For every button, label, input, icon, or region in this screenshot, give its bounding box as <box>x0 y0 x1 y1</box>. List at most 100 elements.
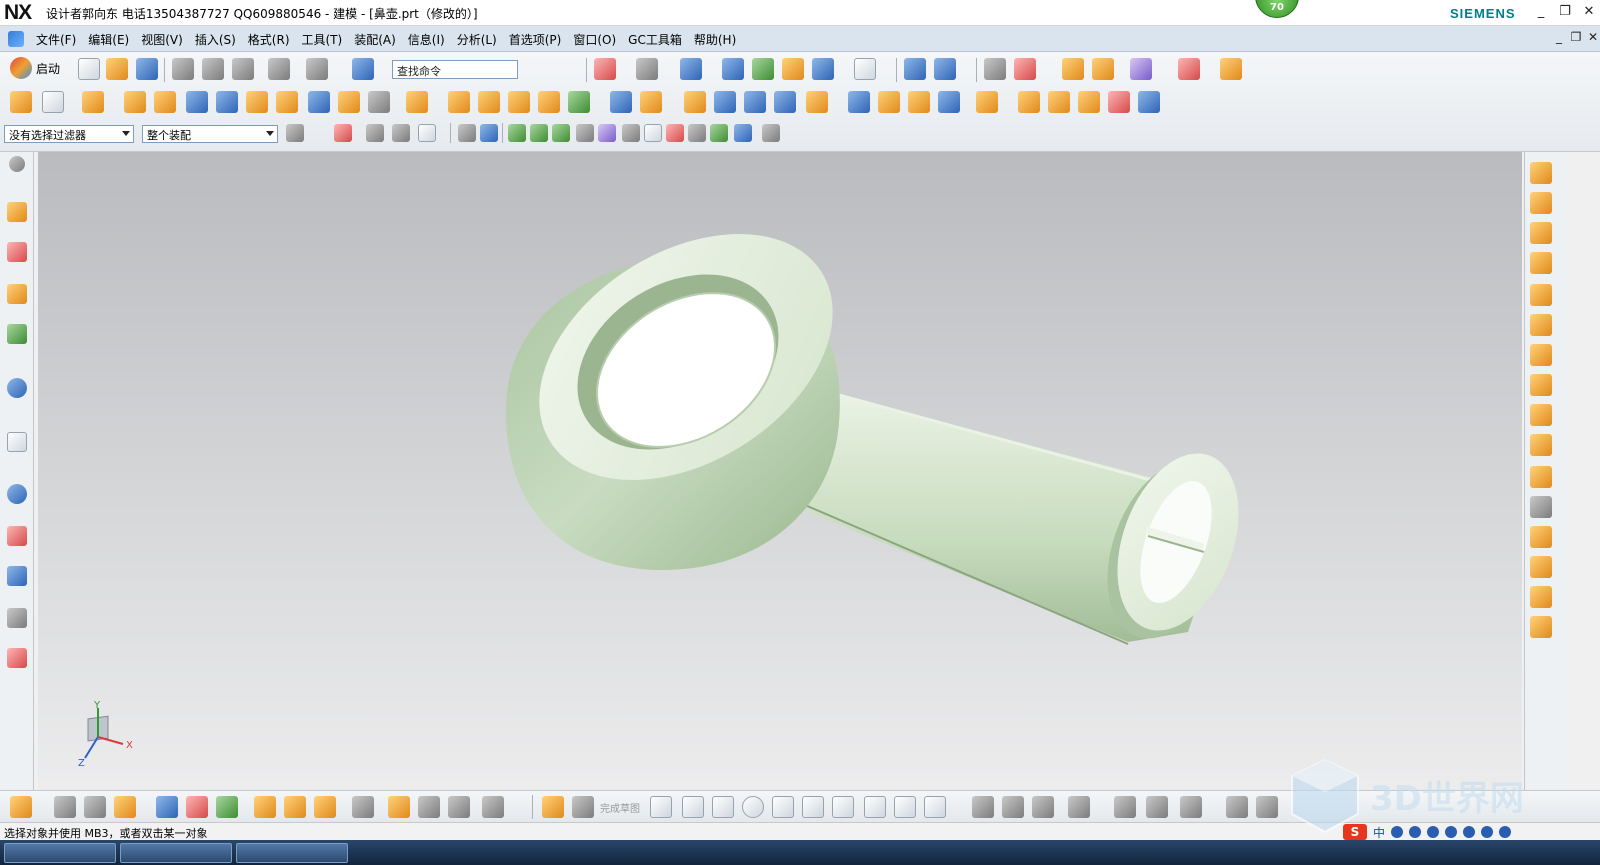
menu-analysis[interactable]: 分析(L) <box>451 31 503 48</box>
chamfer-icon[interactable] <box>610 91 632 113</box>
quick-pick-icon[interactable] <box>392 124 410 142</box>
app-menu-icon[interactable] <box>8 31 24 47</box>
view-top-icon[interactable] <box>1530 222 1552 244</box>
view-back-icon[interactable] <box>1530 192 1552 214</box>
partially-shaded-icon[interactable] <box>1530 556 1552 578</box>
finish-sketch-icon[interactable] <box>572 796 594 818</box>
rectangle-select-icon[interactable] <box>418 124 436 142</box>
gear-icon[interactable] <box>9 156 25 172</box>
snap-icon[interactable] <box>1130 58 1152 80</box>
exploded-view-icon[interactable] <box>314 796 336 818</box>
trim-body-icon[interactable] <box>714 91 736 113</box>
select-all-icon[interactable] <box>334 124 352 142</box>
mirror-curve-icon[interactable] <box>1256 796 1278 818</box>
extrude-icon[interactable] <box>82 91 104 113</box>
view-trimetric-icon[interactable] <box>1530 374 1552 396</box>
manufacturing-wizard-icon[interactable] <box>7 608 27 628</box>
save-icon[interactable] <box>136 58 158 80</box>
cut-icon[interactable] <box>172 58 194 80</box>
boss-icon[interactable] <box>246 91 268 113</box>
move-face-icon[interactable] <box>1018 91 1040 113</box>
menu-gc-toolkit[interactable]: GC工具箱 <box>622 31 688 48</box>
menu-tools[interactable]: 工具(T) <box>296 31 349 48</box>
doc-close-button[interactable]: ✕ <box>1586 30 1600 44</box>
assembly-sequence-icon[interactable] <box>352 796 374 818</box>
paste-icon[interactable] <box>232 58 254 80</box>
mirror-assembly-icon[interactable] <box>482 796 504 818</box>
iso-view-icon[interactable] <box>722 58 744 80</box>
snap-existing-point-icon[interactable] <box>688 124 706 142</box>
resize-blend-icon[interactable] <box>1078 91 1100 113</box>
geometric-constraints-icon[interactable] <box>1114 796 1136 818</box>
background-icon[interactable] <box>854 58 876 80</box>
subtract-icon[interactable] <box>448 91 470 113</box>
assembly-navigator-icon[interactable] <box>7 202 27 222</box>
sketch-icon[interactable] <box>10 91 32 113</box>
shell-icon[interactable] <box>640 91 662 113</box>
through-curves-icon[interactable] <box>908 91 930 113</box>
datum-plane-icon[interactable] <box>42 91 64 113</box>
open-folder-icon[interactable] <box>106 58 128 80</box>
pattern-curve-icon[interactable] <box>1226 796 1248 818</box>
general-selection-icon[interactable] <box>286 124 304 142</box>
chamfer-sketch-icon[interactable] <box>802 796 824 818</box>
new-component-icon[interactable] <box>84 796 106 818</box>
model-view[interactable]: X Y Z <box>38 152 1522 790</box>
cylinder-icon[interactable] <box>216 91 238 113</box>
web-browser-icon[interactable] <box>7 432 27 452</box>
face-analysis-icon[interactable] <box>1530 496 1552 518</box>
menu-view[interactable]: 视图(V) <box>135 31 189 48</box>
wireframe-icon[interactable] <box>1530 434 1552 456</box>
pattern-icon[interactable] <box>508 91 530 113</box>
shaded-view-icon[interactable] <box>680 58 702 80</box>
menu-insert[interactable]: 插入(S) <box>189 31 242 48</box>
studio-spline-icon[interactable] <box>864 796 886 818</box>
part-navigator-icon[interactable] <box>7 284 27 304</box>
fillet-icon[interactable] <box>772 796 794 818</box>
make-corner-icon[interactable] <box>1032 796 1054 818</box>
notification-badge[interactable]: 70 <box>1255 0 1299 18</box>
orient-icon[interactable] <box>934 58 956 80</box>
arc-icon[interactable] <box>712 796 734 818</box>
graphics-window[interactable]: X Y Z <box>38 152 1522 790</box>
mirror-icon[interactable] <box>538 91 560 113</box>
history-clock-icon[interactable] <box>7 484 27 504</box>
menu-window[interactable]: 窗口(O) <box>567 31 622 48</box>
sphere-icon[interactable] <box>752 58 774 80</box>
shaded-edges-icon[interactable] <box>1530 586 1552 608</box>
wave-geometry-icon[interactable] <box>284 796 306 818</box>
menu-preferences[interactable]: 首选项(P) <box>503 31 568 48</box>
auto-constrain-icon[interactable] <box>1180 796 1202 818</box>
type-filter-select[interactable]: 没有选择过滤器 <box>4 125 134 143</box>
layer-icon[interactable] <box>782 58 804 80</box>
quick-extend-icon[interactable] <box>1002 796 1024 818</box>
doc-restore-button[interactable]: ❐ <box>1569 30 1583 44</box>
view-isometric-icon[interactable] <box>1530 344 1552 366</box>
sketch-tool-icon[interactable] <box>542 796 564 818</box>
snap-quadrant-icon[interactable] <box>666 124 684 142</box>
line-icon[interactable] <box>682 796 704 818</box>
view-right-icon[interactable] <box>1530 314 1552 336</box>
synchronous-icon[interactable] <box>1108 91 1130 113</box>
analysis-icon[interactable] <box>1092 58 1114 80</box>
add-component-icon[interactable] <box>54 796 76 818</box>
select-body-icon[interactable] <box>480 124 498 142</box>
snap-face-icon[interactable] <box>734 124 752 142</box>
snap-endpoint-icon[interactable] <box>508 124 526 142</box>
emboss-icon[interactable] <box>938 91 960 113</box>
constraint-navigator-icon[interactable] <box>7 242 27 262</box>
doc-minimize-button[interactable]: _ <box>1552 30 1566 44</box>
minimize-button[interactable]: _ <box>1532 3 1550 21</box>
rectangle-icon[interactable] <box>832 796 854 818</box>
wcs-icon[interactable] <box>904 58 926 80</box>
show-dof-icon[interactable] <box>216 796 238 818</box>
hole-icon[interactable] <box>154 91 176 113</box>
menu-information[interactable]: 信息(I) <box>402 31 451 48</box>
split-body-icon[interactable] <box>744 91 766 113</box>
measure-icon[interactable] <box>1062 58 1084 80</box>
deselect-icon[interactable] <box>366 124 384 142</box>
roles-icon[interactable] <box>7 648 27 668</box>
snap-arc-icon[interactable] <box>622 124 640 142</box>
replace-face-icon[interactable] <box>976 91 998 113</box>
quick-trim-icon[interactable] <box>972 796 994 818</box>
